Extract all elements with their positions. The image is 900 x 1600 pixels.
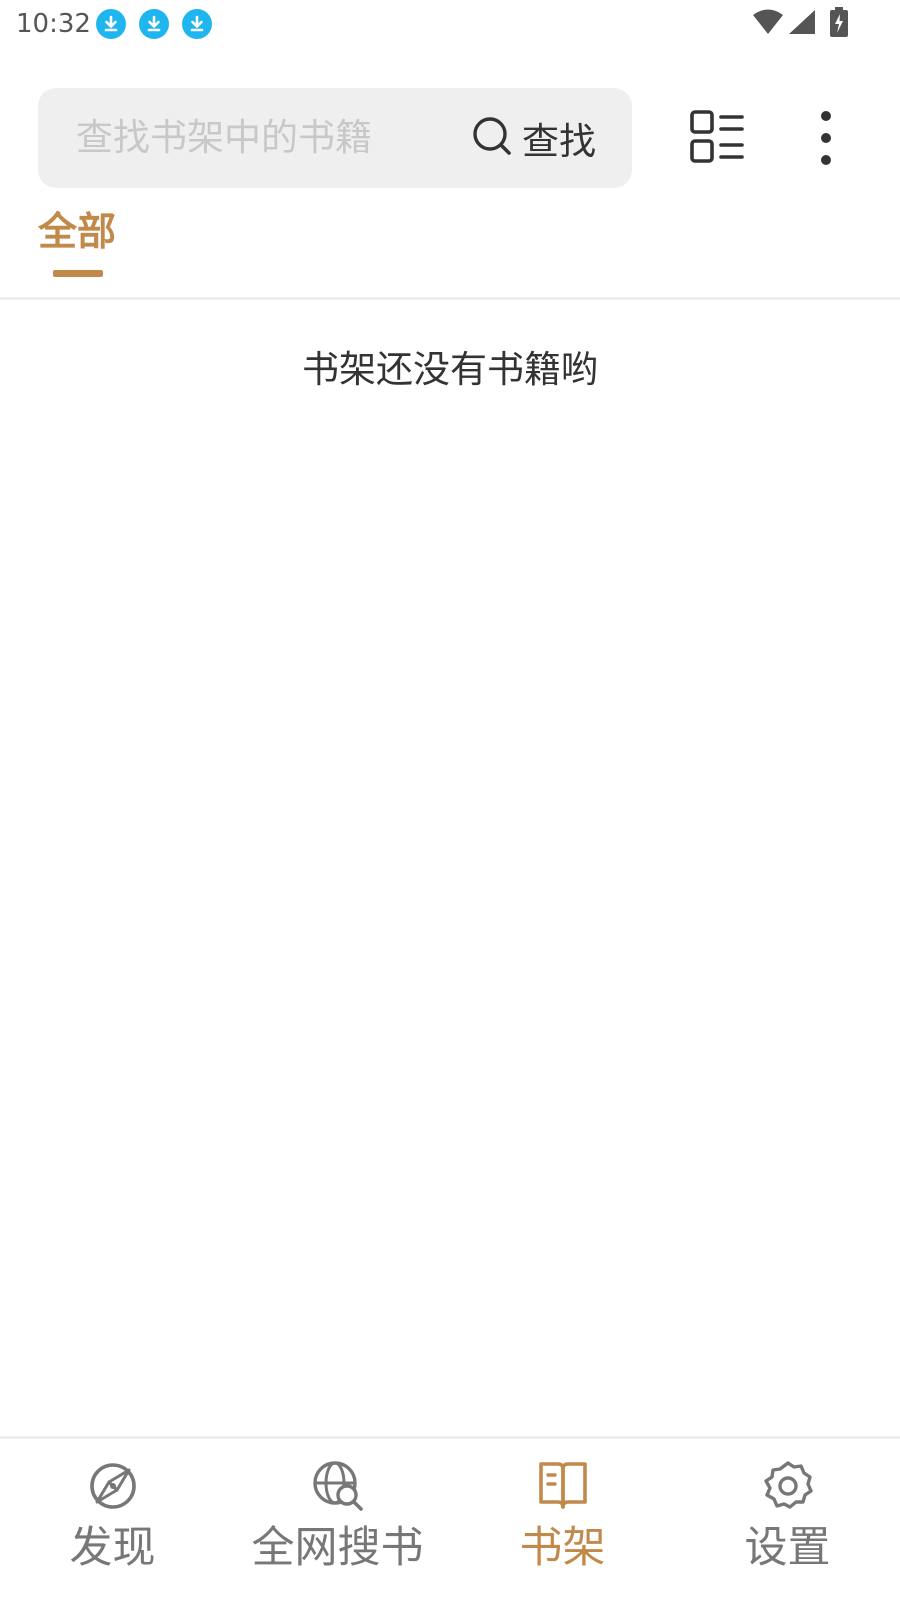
battery-charging-icon bbox=[830, 7, 848, 41]
nav-item-label: 书架 bbox=[519, 1523, 606, 1573]
download-icon bbox=[182, 9, 212, 39]
nav-item-label: 全网搜书 bbox=[251, 1523, 424, 1573]
settings-gear-icon bbox=[761, 1459, 815, 1513]
status-bar: 10:32 bbox=[0, 0, 900, 48]
search-bar[interactable]: 查找书架中的书籍 查找 bbox=[38, 88, 632, 188]
empty-bookshelf-message: 书架还没有书籍哟 bbox=[302, 348, 598, 391]
tab-all[interactable]: 全部 bbox=[38, 208, 118, 277]
wifi-icon bbox=[752, 9, 784, 39]
search-button[interactable]: 查找 bbox=[472, 88, 596, 188]
tab-all-label: 全部 bbox=[38, 210, 117, 255]
layout-toggle-button[interactable] bbox=[690, 110, 744, 164]
compass-icon bbox=[86, 1459, 140, 1513]
search-button-label: 查找 bbox=[522, 120, 596, 163]
tab-divider bbox=[0, 297, 900, 300]
list-layout-icon bbox=[690, 110, 744, 168]
download-icon bbox=[139, 9, 169, 39]
search-icon bbox=[472, 116, 512, 160]
tab-selected-indicator bbox=[53, 270, 103, 277]
status-time: 10:32 bbox=[16, 9, 91, 39]
bottom-navigation: 发现 全网搜书 书架 设置 bbox=[0, 1439, 900, 1600]
search-input[interactable]: 查找书架中的书籍 bbox=[76, 88, 372, 188]
nav-item-global-search[interactable]: 全网搜书 bbox=[225, 1439, 450, 1600]
nav-item-bookshelf[interactable]: 书架 bbox=[450, 1439, 675, 1600]
more-options-button[interactable] bbox=[806, 108, 846, 168]
nav-item-settings[interactable]: 设置 bbox=[675, 1439, 900, 1600]
more-vertical-icon bbox=[806, 111, 846, 172]
book-open-icon bbox=[536, 1459, 590, 1513]
system-status-icons bbox=[752, 7, 848, 41]
nav-item-label: 发现 bbox=[69, 1523, 156, 1573]
bookshelf-screen: 10:32 查找书架中的书籍 查找 全部 书架还没有书籍哟 发现 全网搜书 书架… bbox=[0, 0, 900, 1600]
download-icon bbox=[96, 9, 126, 39]
cellular-signal-icon bbox=[788, 9, 816, 39]
nav-item-label: 设置 bbox=[744, 1523, 831, 1573]
globe-search-icon bbox=[311, 1459, 365, 1513]
nav-item-discover[interactable]: 发现 bbox=[0, 1439, 225, 1600]
